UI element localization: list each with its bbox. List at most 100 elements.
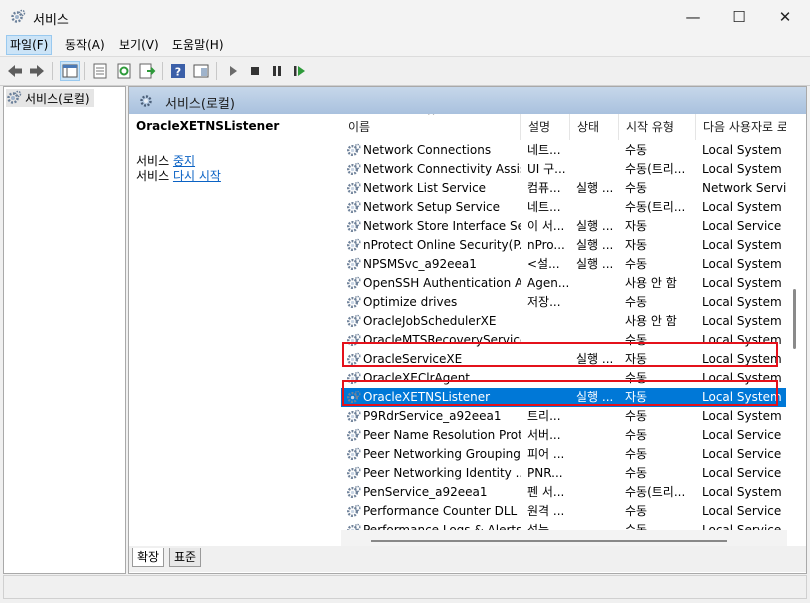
refresh-icon[interactable] (115, 62, 133, 80)
cell-name: Network List Service (363, 181, 487, 195)
scrollbar-thumb[interactable] (371, 540, 727, 542)
cell-status (576, 293, 621, 312)
cell-logon: Local Service (702, 428, 782, 442)
column-header-logon-as[interactable]: 다음 사용자로 로 (696, 114, 788, 140)
table-row[interactable]: Network Connections 네트... 수동 Local System (341, 141, 787, 160)
cell-desc: <설... (527, 257, 560, 271)
play-icon[interactable] (224, 62, 242, 80)
svg-text:?: ? (175, 66, 181, 79)
restart-service-link[interactable]: 다시 시작 (173, 169, 221, 183)
tab-extended[interactable]: 확장 (132, 548, 165, 567)
services-icon (140, 95, 152, 107)
cell-startup: 수동(트리... (625, 485, 686, 499)
column-header-description[interactable]: 설명 (521, 114, 570, 140)
cell-name: OpenSSH Authentication A... (363, 276, 521, 290)
table-row[interactable]: Peer Networking Identity ... PNR... 수동 Loca… (341, 464, 787, 483)
show-hide-icon[interactable] (192, 62, 210, 80)
restart-icon[interactable] (290, 62, 308, 80)
cell-logon: Local Service (702, 466, 782, 480)
console-tree-icon[interactable] (60, 61, 80, 81)
stop-service-link[interactable]: 중지 (173, 154, 195, 168)
cell-status: 실행 ... (576, 181, 614, 195)
table-row[interactable]: PenService_a92eea1 펜 서... 수동(트리... Local Sy… (341, 483, 787, 502)
vertical-scrollbar[interactable] (786, 114, 804, 546)
properties-icon[interactable] (91, 62, 109, 80)
menu-file[interactable]: 파일(F) (6, 35, 53, 55)
console-tree: 서비스(로컬) (3, 86, 126, 574)
maximize-button[interactable]: ☐ (716, 0, 762, 34)
cell-logon: Local System (702, 257, 782, 271)
cell-logon: Local System (702, 238, 782, 252)
tree-item-label: 서비스(로컬) (25, 91, 90, 106)
cell-logon: Network Service (702, 181, 786, 195)
horizontal-scrollbar[interactable] (341, 530, 787, 546)
cell-startup: 수동 (625, 143, 648, 157)
menu-help[interactable]: 도움말(H) (169, 36, 227, 54)
cell-desc: Agen... (527, 276, 570, 290)
minimize-button[interactable]: — (670, 0, 716, 34)
help-icon[interactable]: ? (169, 62, 187, 80)
gear-icon (346, 466, 361, 481)
menu-view[interactable]: 보기(V) (116, 36, 162, 54)
column-header-startup-type[interactable]: 시작 유형 (619, 114, 696, 140)
table-row[interactable]: nProtect Online Security(P... nPro... 실행 .… (341, 236, 787, 255)
table-row[interactable]: OpenSSH Authentication A... Agen... 사용 안 함… (341, 274, 787, 293)
table-row[interactable]: Network Setup Service 네트... 수동(트리... Local … (341, 198, 787, 217)
pane-header-title: 서비스(로컬) (165, 97, 235, 112)
cell-startup: 수동 (625, 447, 648, 461)
gear-icon (346, 409, 361, 424)
table-row[interactable]: Peer Name Resolution Prot... 서버... 수동 Local… (341, 426, 787, 445)
menu-action[interactable]: 동작(A) (62, 36, 108, 54)
cell-name: NPSMSvc_a92eea1 (363, 257, 477, 271)
cell-status (576, 464, 621, 483)
services-pane: 서비스(로컬) OracleXETNSListener 서비스 중지 서비스 다… (128, 86, 807, 574)
tree-item-services-local[interactable]: 서비스(로컬) (6, 89, 94, 107)
table-row[interactable]: OracleJobSchedulerXE 사용 안 함 Local System (341, 312, 787, 331)
table-row[interactable]: Network List Service 컴퓨... 실행 ... 수동 Network… (341, 179, 787, 198)
cell-name: PenService_a92eea1 (363, 485, 488, 499)
table-row[interactable]: Performance Counter DLL ... 원격 ... 수동 Local… (341, 502, 787, 521)
cell-startup: 자동 (625, 219, 648, 233)
pause-icon[interactable] (268, 62, 286, 80)
stop-icon[interactable] (246, 62, 264, 80)
gear-icon (346, 238, 361, 253)
gear-icon (346, 257, 361, 272)
table-row[interactable]: NPSMSvc_a92eea1 <설... 실행 ... 수동 Local System (341, 255, 787, 274)
scrollbar-thumb[interactable] (793, 289, 796, 349)
table-row[interactable]: P9RdrService_a92eea1 트리... 수동 Local System (341, 407, 787, 426)
table-row[interactable]: Peer Networking Grouping 피어 ... 수동 Local Se… (341, 445, 787, 464)
cell-logon: Local System (702, 314, 782, 328)
export-list-icon[interactable] (138, 62, 156, 80)
gear-icon (346, 447, 361, 462)
cell-startup: 수동 (625, 504, 648, 518)
cell-status: 실행 ... (576, 257, 614, 271)
cell-desc: nPro... (527, 238, 565, 252)
toolbar: ? (0, 56, 810, 86)
table-row[interactable]: Network Connectivity Assis... UI 구... 수동(트… (341, 160, 787, 179)
cell-desc: 원격 ... (527, 504, 565, 518)
gear-icon (346, 295, 361, 310)
services-list: ^ 이름 설명 상태 시작 유형 다음 사용자로 로 Network Conne… (341, 114, 806, 546)
view-tabs: 확장 표준 (129, 546, 806, 572)
cell-startup: 수동 (625, 466, 648, 480)
tab-standard[interactable]: 표준 (169, 548, 202, 567)
restart-prefix: 서비스 (136, 169, 170, 183)
forward-arrow-icon[interactable] (28, 62, 46, 80)
column-header-name[interactable]: 이름 (341, 114, 521, 140)
cell-desc: 네트... (527, 200, 561, 214)
cell-name: Network Store Interface Se... (363, 219, 521, 233)
back-arrow-icon[interactable] (6, 62, 24, 80)
cell-name: nProtect Online Security(P... (363, 238, 521, 252)
table-row[interactable]: Network Store Interface Se... 이 서... 실행 ..… (341, 217, 787, 236)
cell-status (576, 483, 621, 502)
cell-status (576, 274, 621, 293)
cell-name: P9RdrService_a92eea1 (363, 409, 502, 423)
cell-name: OracleJobSchedulerXE (363, 314, 497, 328)
cell-logon: Local System (702, 485, 782, 499)
cell-status (576, 312, 621, 331)
close-button[interactable]: ✕ (762, 0, 808, 34)
services-icon (7, 90, 22, 104)
table-row[interactable]: Optimize drives 저장... 수동 Local System (341, 293, 787, 312)
gear-icon (346, 314, 361, 329)
column-header-status[interactable]: 상태 (570, 114, 619, 140)
